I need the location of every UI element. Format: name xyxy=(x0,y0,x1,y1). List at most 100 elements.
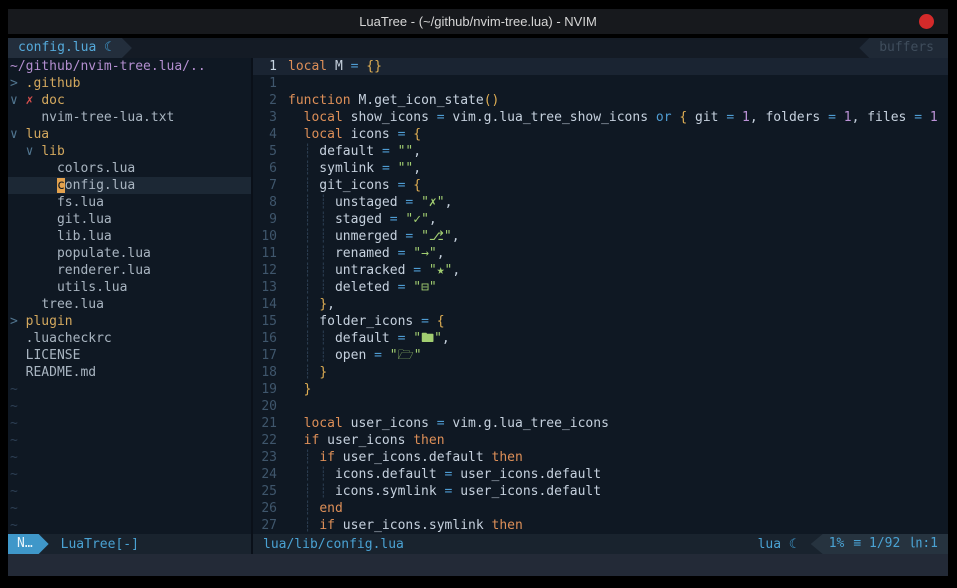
tree-token: ∨ xyxy=(10,127,26,142)
code-line[interactable]: 26 ┊ end xyxy=(253,500,948,517)
tree-token: colors.lua xyxy=(57,161,135,176)
tree-token xyxy=(10,195,57,210)
code-line[interactable]: 1 xyxy=(253,75,948,92)
code-line[interactable]: 3 local show_icons = vim.g.lua_tree_show… xyxy=(253,109,948,126)
tree-row[interactable]: lib.lua xyxy=(10,228,251,245)
code-token: = xyxy=(437,416,445,431)
code-token: = xyxy=(828,110,836,125)
tree-token: ~ xyxy=(10,450,18,465)
code-token: user_icons.symlink xyxy=(335,518,492,533)
tree-row[interactable]: ∨ lib xyxy=(10,143,251,160)
code-token: open xyxy=(327,348,374,363)
tree-row[interactable]: utils.lua xyxy=(10,279,251,296)
code-token: renamed xyxy=(327,246,397,261)
code-line[interactable]: 10 ┊ ┊ unmerged = "⎇", xyxy=(253,228,948,245)
code-token: if xyxy=(319,450,335,465)
tree-row[interactable]: config.lua xyxy=(8,177,251,194)
line-number: 25 xyxy=(253,483,277,500)
code-token xyxy=(288,195,304,210)
tree-row[interactable]: colors.lua xyxy=(10,160,251,177)
editor-window: 1local M = {}12function M.get_icon_state… xyxy=(253,58,948,554)
code-line[interactable]: 8 ┊ ┊ unstaged = "✗", xyxy=(253,194,948,211)
tab-config-lua[interactable]: config.lua ☾ xyxy=(8,38,132,58)
code-line[interactable]: 7 ┊ git_icons = { xyxy=(253,177,948,194)
code-line[interactable]: 9 ┊ ┊ staged = "✓", xyxy=(253,211,948,228)
tree-row[interactable]: populate.lua xyxy=(10,245,251,262)
code-token xyxy=(288,382,304,397)
code-token: folder_icons xyxy=(311,314,421,329)
code-token xyxy=(288,110,304,125)
code-line[interactable]: 5 ┊ default = "", xyxy=(253,143,948,160)
tree-token: ~ xyxy=(10,501,18,516)
code-line[interactable]: 21 local user_icons = vim.g.lua_tree_ico… xyxy=(253,415,948,432)
tree-token: LICENSE xyxy=(26,348,81,363)
code-token: , xyxy=(442,331,450,346)
code-line[interactable]: 15 ┊ folder_icons = { xyxy=(253,313,948,330)
code-line[interactable]: 17 ┊ ┊ open = "🗁" xyxy=(253,347,948,364)
code-line[interactable]: 1local M = {} xyxy=(253,58,948,75)
code-token: { xyxy=(437,314,445,329)
code-token xyxy=(288,229,304,244)
tree-row[interactable]: README.md xyxy=(10,364,251,381)
close-button[interactable] xyxy=(919,14,934,29)
code-line[interactable]: 22 if user_icons then xyxy=(253,432,948,449)
code-text: ┊ symlink = "", xyxy=(277,160,421,177)
code-token xyxy=(288,127,304,142)
line-number: 24 xyxy=(253,466,277,483)
code-token: "🗁" xyxy=(390,348,422,363)
line-number: 8 xyxy=(253,194,277,211)
tree-row[interactable]: > plugin xyxy=(10,313,251,330)
code-line[interactable]: 16 ┊ ┊ default = "🖿", xyxy=(253,330,948,347)
code-line[interactable]: 2function M.get_icon_state() xyxy=(253,92,948,109)
tree-row[interactable]: .luacheckrc xyxy=(10,330,251,347)
code-line[interactable]: 23 ┊ if user_icons.default then xyxy=(253,449,948,466)
tree-row[interactable]: tree.lua xyxy=(10,296,251,313)
code-token: , files xyxy=(852,110,915,125)
tree-row[interactable]: renderer.lua xyxy=(10,262,251,279)
line-number: 27 xyxy=(253,517,277,534)
mode-indicator: N… xyxy=(8,534,49,554)
code-token: "⎇" xyxy=(421,229,452,244)
code-text: } xyxy=(277,381,311,398)
editor-statusline: lua/lib/config.lua lua ☾ 1% ≡ 1/92 ㏑:1 xyxy=(253,534,948,554)
tab-buffers[interactable]: buffers xyxy=(859,38,948,58)
line-number: 14 xyxy=(253,296,277,313)
tree-row[interactable]: nvim-tree-lua.txt xyxy=(10,109,251,126)
code-line[interactable]: 25 ┊ ┊ icons.symlink = user_icons.defaul… xyxy=(253,483,948,500)
tree-row[interactable]: LICENSE xyxy=(10,347,251,364)
code-token: show_icons xyxy=(343,110,437,125)
tree-token: ~ xyxy=(10,382,18,397)
tree-row[interactable]: fs.lua xyxy=(10,194,251,211)
code-line[interactable]: 12 ┊ ┊ untracked = "★", xyxy=(253,262,948,279)
code-line[interactable]: 19 } xyxy=(253,381,948,398)
code-text: ┊ if user_icons.default then xyxy=(277,449,523,466)
code-line[interactable]: 6 ┊ symlink = "", xyxy=(253,160,948,177)
code-line[interactable]: 18 ┊ } xyxy=(253,364,948,381)
tree-row[interactable]: > .github xyxy=(10,75,251,92)
column-info: ㏑:1 xyxy=(909,535,938,553)
code-line[interactable]: 20 xyxy=(253,398,948,415)
code-line[interactable]: 14 ┊ }, xyxy=(253,296,948,313)
code-text: ┊ ┊ deleted = "⊟" xyxy=(277,279,437,296)
code-token: , xyxy=(452,229,460,244)
empty-line-tilde: ~ xyxy=(10,432,251,449)
code-text: ┊ ┊ icons.symlink = user_icons.default xyxy=(277,483,601,500)
code-token: "★" xyxy=(429,263,452,278)
tree-token: plugin xyxy=(26,314,73,329)
tree-root-row[interactable]: ~/github/nvim-tree.lua/.. xyxy=(10,58,251,75)
code-line[interactable]: 13 ┊ ┊ deleted = "⊟" xyxy=(253,279,948,296)
line-number: 26 xyxy=(253,500,277,517)
code-token xyxy=(429,314,437,329)
code-token xyxy=(288,450,304,465)
code-editor[interactable]: 1local M = {}12function M.get_icon_state… xyxy=(253,58,948,534)
code-token xyxy=(288,467,304,482)
code-line[interactable]: 11 ┊ ┊ renamed = "→", xyxy=(253,245,948,262)
code-line[interactable]: 24 ┊ ┊ icons.default = user_icons.defaul… xyxy=(253,466,948,483)
tree-row[interactable]: ∨ lua xyxy=(10,126,251,143)
code-line[interactable]: 4 local icons = { xyxy=(253,126,948,143)
tree-row[interactable]: git.lua xyxy=(10,211,251,228)
line-number: 15 xyxy=(253,313,277,330)
code-line[interactable]: 27 ┊ if user_icons.symlink then xyxy=(253,517,948,534)
code-token xyxy=(288,297,304,312)
tree-row[interactable]: ∨ ✗ doc xyxy=(10,92,251,109)
